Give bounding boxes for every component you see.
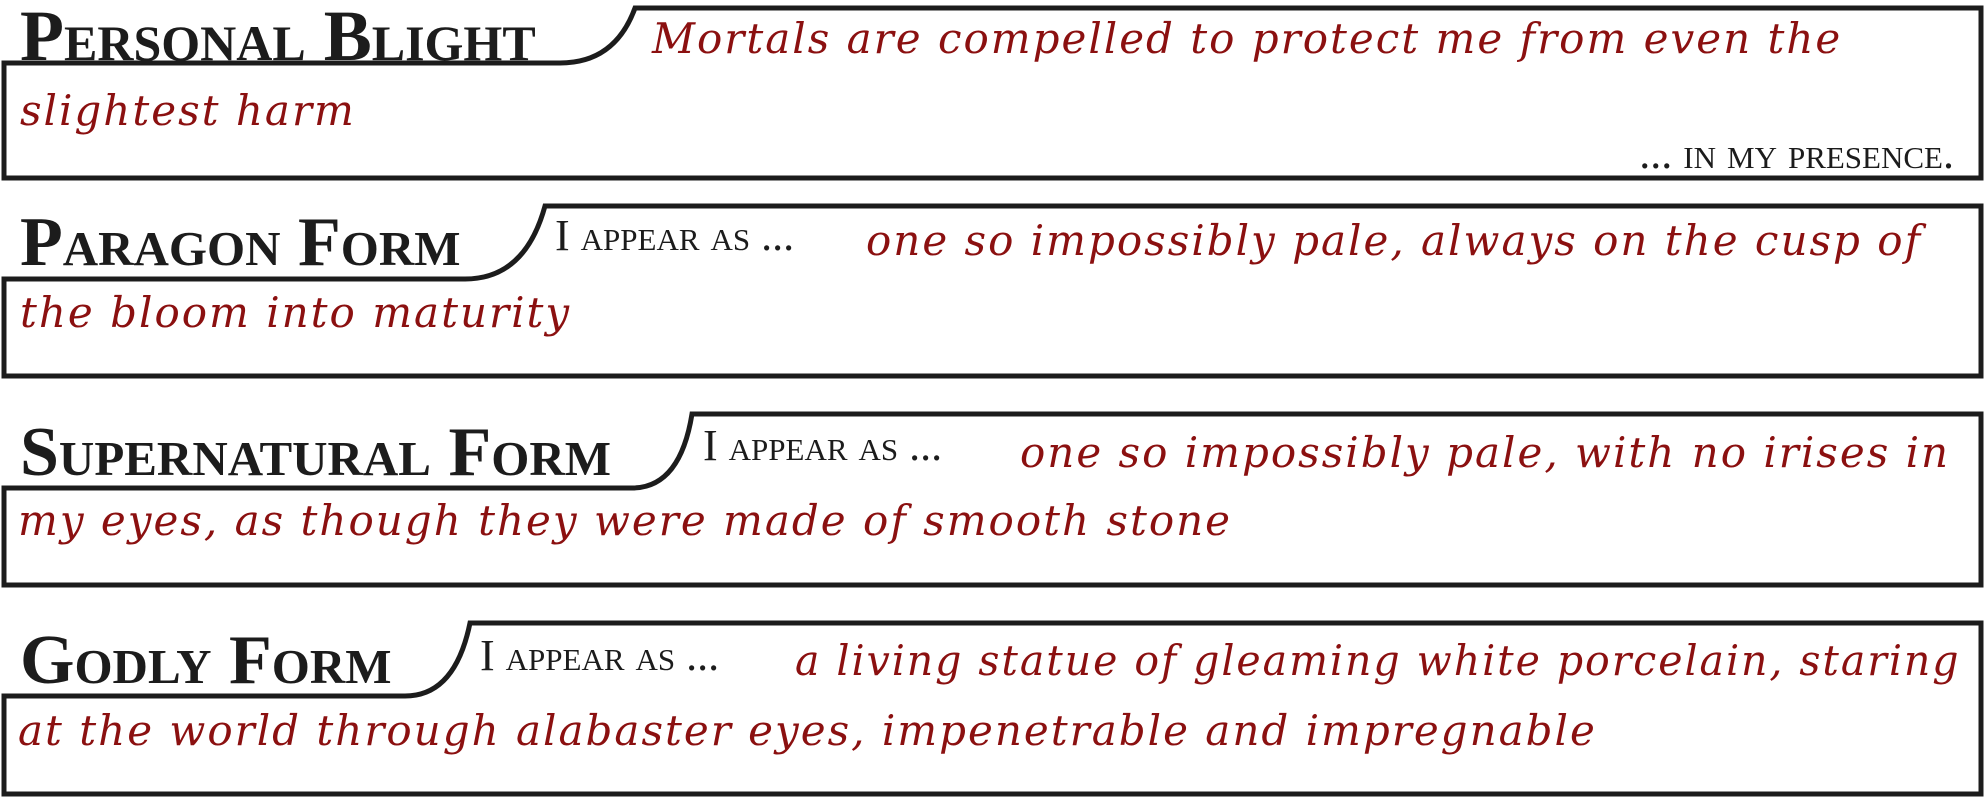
godly-form-panel: Godly Form I appear as ... a living stat… [0, 616, 1984, 799]
paragon-form-prefix: I appear as ... [555, 211, 795, 260]
supernatural-form-panel: Supernatural Form I appear as ... one so… [0, 408, 1984, 593]
paragon-form-heading: Paragon Form [20, 204, 461, 281]
godly-form-heading: Godly Form [20, 622, 392, 699]
godly-form-prefix: I appear as ... [480, 631, 720, 680]
personal-blight-text-line-2: slightest harm [20, 86, 356, 135]
supernatural-form-text-line-2: my eyes, as though they were made of smo… [18, 496, 1233, 545]
paragon-form-text-line-2: the bloom into maturity [20, 288, 572, 337]
personal-blight-text-line-1: Mortals are compelled to protect me from… [652, 14, 1843, 63]
supernatural-form-heading: Supernatural Form [20, 414, 611, 491]
paragon-form-text-line-1: one so impossibly pale, always on the cu… [866, 216, 1923, 265]
godly-form-text-line-1: a living statue of gleaming white porcel… [795, 636, 1961, 685]
supernatural-form-prefix: I appear as ... [703, 421, 943, 470]
godly-form-text-line-2: at the world through alabaster eyes, imp… [18, 706, 1597, 755]
personal-blight-heading: Personal Blight [20, 0, 536, 76]
supernatural-form-text-line-1: one so impossibly pale, with no irises i… [1020, 428, 1951, 477]
paragon-form-panel: Paragon Form I appear as ... one so impo… [0, 200, 1984, 385]
personal-blight-panel: Personal Blight Mortals are compelled to… [0, 0, 1984, 185]
personal-blight-suffix: ... in my presence. [1639, 129, 1954, 178]
